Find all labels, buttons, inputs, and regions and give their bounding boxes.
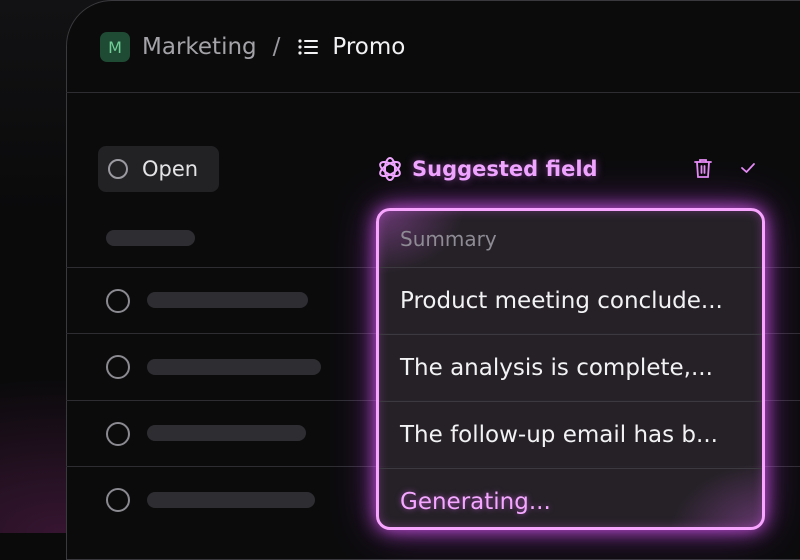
summary-cell[interactable]: The follow-up email has b... xyxy=(379,401,762,468)
open-filter-button[interactable]: Open xyxy=(98,146,219,192)
workspace-badge[interactable]: M xyxy=(100,32,130,62)
summary-column-header: Summary xyxy=(400,227,497,251)
row-text-placeholder xyxy=(147,425,306,441)
row-text-placeholder xyxy=(147,359,321,375)
trash-icon[interactable] xyxy=(692,157,714,179)
breadcrumb-page[interactable]: Promo xyxy=(332,34,405,60)
status-circle-icon xyxy=(108,159,128,179)
row-status-circle-icon[interactable] xyxy=(106,289,130,313)
open-filter-label: Open xyxy=(142,157,199,181)
summary-cell[interactable]: Product meeting conclude... xyxy=(379,267,762,334)
suggested-field-header: Suggested field xyxy=(376,154,598,184)
header-divider xyxy=(66,92,800,93)
summary-cell-generating: Generating... xyxy=(379,468,762,527)
column-header-placeholder xyxy=(106,230,195,246)
row-status-circle-icon[interactable] xyxy=(106,422,130,446)
list-icon xyxy=(298,39,319,55)
breadcrumb: M Marketing / Promo xyxy=(100,28,405,66)
row-text-placeholder xyxy=(147,492,315,508)
row-status-circle-icon[interactable] xyxy=(106,488,130,512)
suggested-field-card[interactable]: Summary Product meeting conclude... The … xyxy=(376,208,765,530)
ai-sparkle-icon xyxy=(379,157,401,181)
row-text-placeholder xyxy=(147,292,308,308)
check-icon[interactable] xyxy=(738,158,758,178)
breadcrumb-separator: / xyxy=(272,34,281,60)
summary-cell[interactable]: The analysis is complete,... xyxy=(379,334,762,401)
breadcrumb-workspace[interactable]: Marketing xyxy=(142,34,257,60)
row-status-circle-icon[interactable] xyxy=(106,355,130,379)
suggested-field-label: Suggested field xyxy=(412,157,598,181)
